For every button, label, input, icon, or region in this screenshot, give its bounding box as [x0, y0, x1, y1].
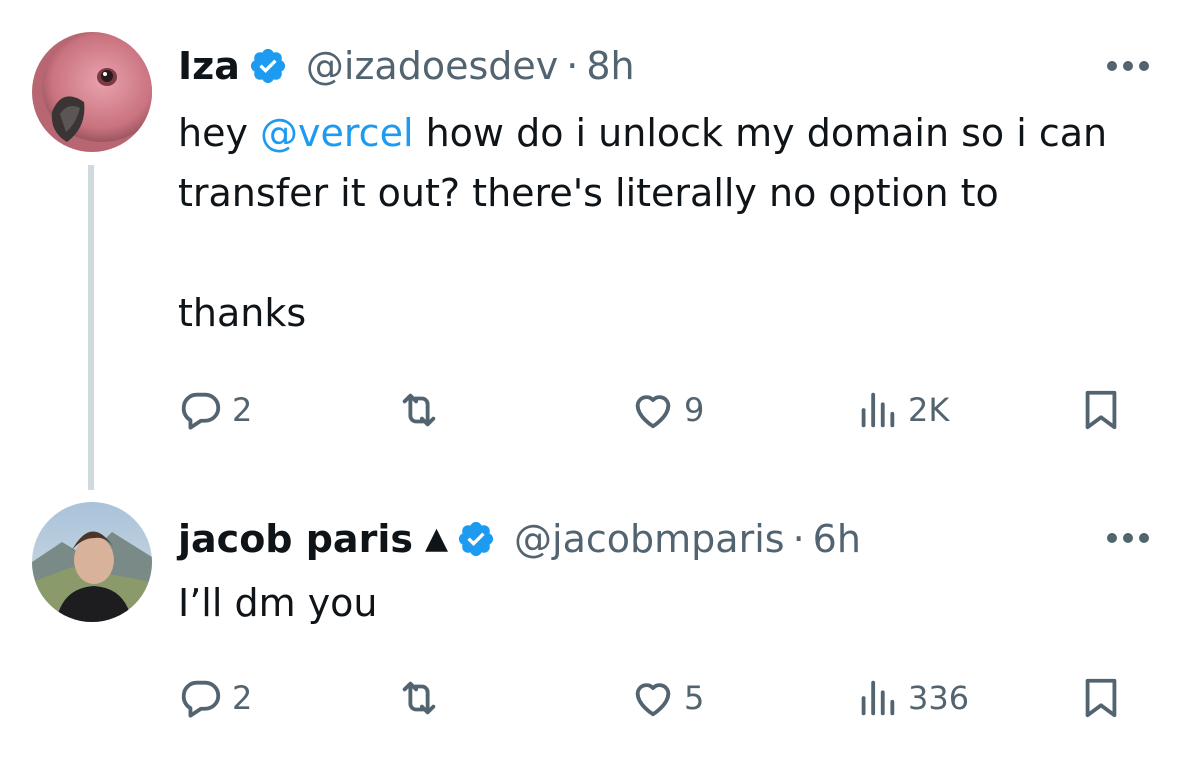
views-count: 336	[908, 679, 970, 717]
views-button[interactable]: 2K	[854, 380, 949, 440]
retweet-icon	[402, 393, 436, 427]
display-name[interactable]: Iza	[178, 42, 240, 90]
avatar[interactable]	[32, 502, 152, 622]
vercel-triangle-icon: ▲	[424, 521, 449, 556]
tweet-text-line2: thanks	[178, 291, 307, 335]
tweet-jacobmparis[interactable]: jacob paris ▲ @jacobmparis · 6h I’ll dm …	[0, 480, 1194, 760]
views-chart-icon	[861, 680, 895, 716]
views-chart-icon	[861, 392, 895, 428]
bookmark-icon	[1085, 390, 1117, 430]
more-options-icon[interactable]	[1098, 518, 1158, 558]
views-count: 2K	[908, 391, 950, 429]
like-button[interactable]: 5	[630, 668, 704, 728]
heart-icon	[635, 395, 671, 429]
tweet-text-pre: hey	[178, 111, 261, 155]
reply-icon	[181, 680, 221, 718]
bookmark-button[interactable]	[1078, 380, 1124, 440]
tweet-text: hey @vercel how do i unlock my domain so…	[178, 103, 1168, 343]
heart-icon	[635, 683, 671, 717]
separator-dot: ·	[792, 517, 805, 561]
thread-line	[88, 165, 94, 490]
retweet-button[interactable]	[396, 668, 450, 728]
mention-link[interactable]: @vercel	[260, 111, 413, 155]
reply-button[interactable]: 2	[178, 380, 252, 440]
reply-button[interactable]: 2	[178, 668, 252, 728]
bookmark-icon	[1085, 678, 1117, 718]
retweet-icon	[402, 681, 436, 715]
verified-badge-icon	[456, 519, 496, 559]
timestamp[interactable]: 8h	[586, 42, 634, 90]
tweet-text: I’ll dm you	[178, 581, 378, 625]
verified-badge-icon	[248, 46, 288, 86]
bookmark-button[interactable]	[1078, 668, 1124, 728]
like-count: 5	[684, 679, 705, 717]
views-button[interactable]: 336	[854, 668, 969, 728]
tweet-actions: 2 5 336	[178, 668, 1138, 728]
person-avatar-image	[32, 502, 152, 622]
reply-icon	[181, 392, 221, 430]
timestamp[interactable]: 6h	[813, 515, 861, 563]
like-button[interactable]: 9	[630, 380, 704, 440]
tweet-header: Iza @izadoesdev · 8h	[178, 42, 635, 90]
more-options-icon[interactable]	[1098, 46, 1158, 86]
handle[interactable]: @jacobmparis	[514, 515, 785, 563]
tweet-izadoesdev[interactable]: Iza @izadoesdev · 8h hey @vercel how do …	[0, 0, 1194, 490]
handle[interactable]: @izadoesdev	[306, 42, 558, 90]
parrot-avatar-image	[32, 32, 152, 152]
reply-count: 2	[232, 679, 253, 717]
display-name[interactable]: jacob paris	[178, 515, 413, 563]
tweet-actions: 2 9 2K	[178, 380, 1138, 440]
like-count: 9	[684, 391, 705, 429]
separator-dot: ·	[566, 44, 579, 88]
avatar[interactable]	[32, 32, 152, 152]
reply-count: 2	[232, 391, 253, 429]
tweet-header: jacob paris ▲ @jacobmparis · 6h	[178, 515, 861, 563]
retweet-button[interactable]	[396, 380, 450, 440]
